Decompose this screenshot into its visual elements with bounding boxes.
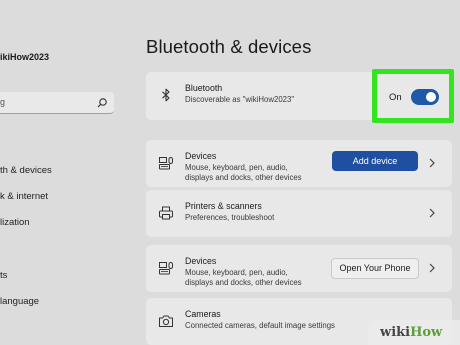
phone-subtitle: Mouse, keyboard, pen, audio, displays an… [185, 268, 302, 287]
sidebar-item-network-internet[interactable]: k & internet [0, 191, 48, 202]
bluetooth-icon [162, 88, 170, 102]
bluetooth-toggle[interactable] [411, 89, 439, 105]
sidebar-item-accounts[interactable]: ts [0, 270, 7, 281]
page-title: Bluetooth & devices [146, 36, 312, 57]
wikihow-watermark: wikiHow [368, 320, 460, 345]
chevron-right-icon [429, 158, 435, 168]
printers-subtitle: Preferences, troubleshoot [185, 213, 275, 222]
bluetooth-toggle-label: On [389, 92, 402, 103]
chevron-right-icon [429, 208, 435, 218]
devices-subtitle: Mouse, keyboard, pen, audio, displays an… [185, 163, 302, 182]
sidebar: ikiHow2023 g th & devices k & internet l… [0, 0, 128, 345]
printers-title: Printers & scanners [185, 201, 262, 211]
add-device-button[interactable]: Add device [332, 151, 418, 171]
bluetooth-title: Bluetooth [185, 83, 223, 93]
chevron-right-icon [429, 263, 435, 273]
printers-card[interactable]: Printers & scanners Preferences, trouble… [146, 190, 452, 237]
phone-title: Devices [185, 256, 217, 266]
cameras-subtitle: Connected cameras, default image setting… [185, 321, 335, 330]
cameras-title: Cameras [185, 309, 221, 319]
devices-title: Devices [185, 151, 217, 161]
devices-icon [159, 262, 173, 275]
bluetooth-subtitle: Discoverable as "wikiHow2023" [185, 95, 295, 104]
camera-icon [159, 315, 173, 327]
sidebar-item-time-language[interactable]: language [0, 296, 39, 307]
search-value: g [0, 97, 6, 107]
sidebar-item-personalization[interactable]: lization [0, 217, 30, 228]
account-name: ikiHow2023 [0, 52, 50, 62]
open-your-phone-button[interactable]: Open Your Phone [331, 258, 419, 279]
devices-icon [159, 157, 173, 170]
toggle-knob [426, 92, 436, 102]
printer-icon [159, 206, 173, 220]
search-input[interactable]: g [0, 92, 114, 114]
sidebar-item-bluetooth-devices[interactable]: th & devices [0, 165, 52, 176]
search-icon[interactable] [96, 97, 108, 109]
